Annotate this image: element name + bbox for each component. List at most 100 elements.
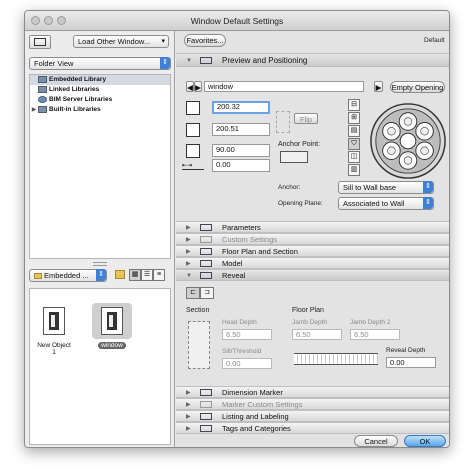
arrow-left-icon: ◀ [187,83,193,92]
load-other-window-label: Load Other Window... [78,37,151,46]
width-icon [186,101,200,115]
tree-item-label: Built-in Libraries [49,106,101,113]
load-other-window-button[interactable]: Load Other Window... [73,35,169,48]
library-tree[interactable]: Embedded Library Linked Libraries BIM Se… [29,74,171,259]
reveal-type-1-icon[interactable]: ⊏ [186,287,200,299]
sill-threshold-field[interactable]: 0.00 [222,358,272,369]
tree-item-built-in-libraries[interactable]: ▶ Built-in Libraries [30,105,170,115]
splitter-handle[interactable] [93,262,107,266]
height-field[interactable]: 200.51 [212,123,270,136]
section-parameters[interactable]: ▶ Parameters [176,221,449,233]
view-3d-icon[interactable]: ⛉ [348,138,360,150]
tree-item-embedded-library[interactable]: Embedded Library [30,75,170,85]
tree-item-linked-libraries[interactable]: Linked Libraries [30,85,170,95]
view-plan-icon[interactable]: ⊟ [348,99,360,111]
anchor-point-label: Anchor Point: [278,141,321,148]
section-reveal[interactable]: ▼ Reveal [176,269,449,282]
empty-opening-button[interactable]: Empty Opening [390,81,445,93]
collapse-arrow-icon[interactable]: ▼ [186,54,192,68]
sill-height-field[interactable]: 90.00 [212,144,270,157]
reveal-depth-label: Reveal Depth [386,347,426,354]
head-depth-field[interactable]: 6.50 [222,329,272,340]
anchor-label: Anchor: [278,184,301,191]
library-panel: Load Other Window... Folder View Embedde… [25,31,175,447]
tree-item-bim-server-libraries[interactable]: BIM Server Libraries [30,95,170,105]
window-title: Window Default Settings [190,16,284,26]
section-tags-categories[interactable]: ▶ Tags and Categories [176,422,449,435]
width-field[interactable]: 200.32 [212,101,270,114]
icon-view-icon[interactable]: ▦ [129,269,141,281]
section-floor-plan[interactable]: ▶ Floor Plan and Section [176,245,449,257]
object-name-field[interactable]: window [204,81,364,92]
section-dimension-marker[interactable]: ▶ Dimension Marker [176,386,449,398]
view-section-icon[interactable]: ⊞ [348,112,360,124]
empty-opening-label: Empty Opening [391,83,444,92]
list-view-icon[interactable]: ☰ [141,269,153,281]
cancel-label: Cancel [364,437,388,446]
sill-threshold-label: Sill/Threshold [222,348,262,355]
section-preview-positioning[interactable]: ▼ Preview and Positioning [176,53,449,68]
object-label: window [98,342,126,349]
cancel-button[interactable]: Cancel [354,435,398,447]
view-perspective-icon[interactable]: ▥ [348,164,360,176]
jamb-depth-label: Jamb Depth [292,319,328,326]
object-list[interactable]: New Object 1 window [29,288,171,445]
window-preview-image [370,103,446,179]
object-label: New Object 1 [37,342,71,356]
offset-field[interactable]: 0.00 [212,159,270,172]
expand-arrow-icon[interactable]: ▶ [30,105,38,115]
grid-view-icon [34,38,46,46]
anchor-select[interactable]: Sill to Wall base [338,181,434,194]
reveal-depth-field[interactable]: 0.00 [386,357,436,368]
section-model[interactable]: ▶ Model [176,257,449,269]
jamb-depth-2-label: Jamb Depth 2 [350,319,391,326]
collapse-arrow-icon[interactable]: ▼ [186,270,192,282]
window-object-icon [101,307,123,335]
jamb-depth-field[interactable]: 6.50 [292,329,342,340]
ok-button[interactable]: OK [404,435,446,447]
view-axonometric-icon[interactable]: ◫ [348,151,360,163]
view-elevation-icon[interactable]: ▤ [348,125,360,137]
anchor-point-selector[interactable] [280,151,308,163]
anchor-value: Sill to Wall base [343,183,397,192]
jamb-depth-2-field[interactable]: 6.50 [350,329,400,340]
section-diagram-icon [188,321,210,369]
title-bar[interactable]: Window Default Settings [25,11,449,31]
view-toggle-button[interactable] [29,35,51,49]
tree-item-label: Linked Libraries [49,86,100,93]
arrow-right-icon: ▶ [375,83,382,92]
reveal-icon [200,272,212,279]
height-icon [186,123,200,137]
parameters-icon [200,224,212,231]
expand-preview-button[interactable]: ▶ [374,81,383,92]
window-object-icon [43,307,65,335]
expand-arrow-icon[interactable]: ▶ [186,423,191,435]
arrow-right-icon: ▶ [195,83,201,92]
reveal-type-2-icon[interactable]: ⊐ [200,287,214,299]
tree-item-label: BIM Server Libraries [49,96,113,103]
default-label: Default [424,37,445,44]
dimension-marker-icon [200,389,212,396]
detail-view-icon[interactable]: ≡ [153,269,165,281]
section-listing-labeling[interactable]: ▶ Listing and Labeling [176,410,449,422]
flip-button[interactable]: Flip [294,113,318,124]
new-folder-icon[interactable] [115,270,125,279]
prev-object-button[interactable]: ◀ [186,81,194,92]
embedded-library-select[interactable]: Embedded ... [29,269,107,282]
bim-server-icon [38,95,47,103]
favorites-button[interactable]: Favorites... [184,34,226,47]
folder-icon [34,273,42,280]
floor-plan-label: Floor Plan [292,307,324,314]
section-title: Tags and Categories [222,424,291,433]
section-custom-settings[interactable]: ▶ Custom Settings [176,233,449,245]
section-marker-custom-settings[interactable]: ▶ Marker Custom Settings [176,398,449,410]
object-item-new-object[interactable]: New Object 1 [34,303,74,356]
tree-item-label: Embedded Library [49,76,107,83]
settings-panel: Favorites... Default ▼ Preview and Posit… [176,31,449,447]
flip-label: Flip [299,115,313,124]
opening-plane-select[interactable]: Associated to Wall [338,197,434,210]
library-folder-icon [38,105,47,113]
next-object-button[interactable]: ▶ [194,81,202,92]
folder-view-select[interactable]: Folder View [29,57,171,70]
object-item-window[interactable]: window [92,303,132,349]
